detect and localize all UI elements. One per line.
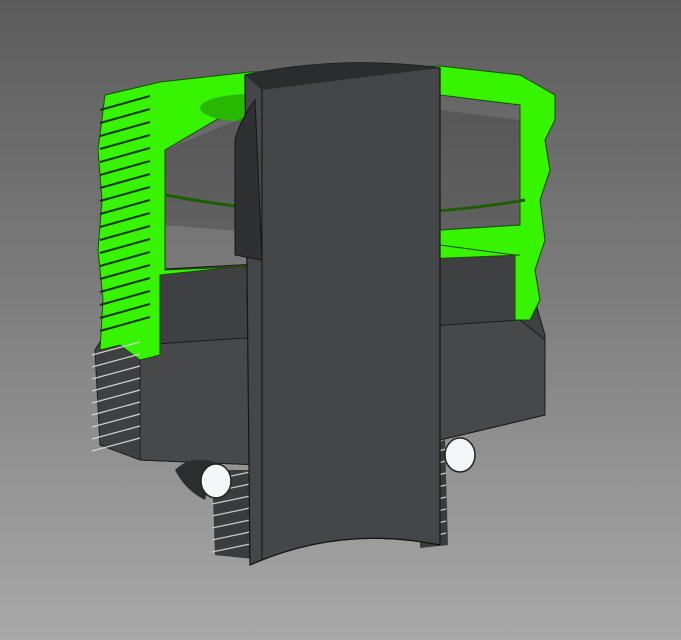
cad-model (91, 62, 556, 566)
pin-right (444, 437, 476, 473)
pin-left (200, 463, 232, 499)
center-tube (234, 62, 441, 566)
cad-viewport[interactable] (0, 0, 681, 640)
